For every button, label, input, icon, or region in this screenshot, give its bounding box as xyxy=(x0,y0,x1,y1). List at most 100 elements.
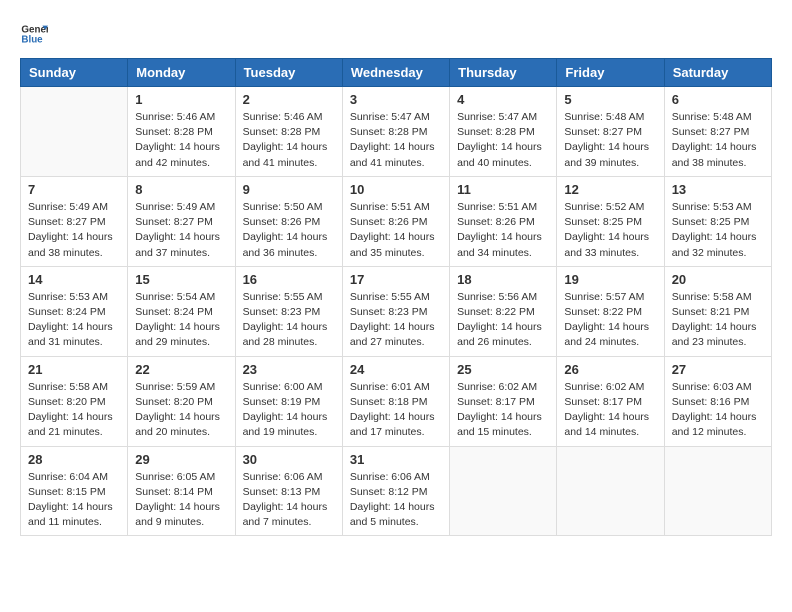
calendar-day-cell: 5 Sunrise: 5:48 AM Sunset: 8:27 PM Daylig… xyxy=(557,87,664,177)
calendar-day-cell: 16 Sunrise: 5:55 AM Sunset: 8:23 PM Dayli… xyxy=(235,266,342,356)
day-number: 8 xyxy=(135,182,227,197)
day-number: 16 xyxy=(243,272,335,287)
day-info: Sunrise: 6:04 AM Sunset: 8:15 PM Dayligh… xyxy=(28,470,120,531)
day-number: 3 xyxy=(350,92,442,107)
calendar-day-cell: 23 Sunrise: 6:00 AM Sunset: 8:19 PM Dayli… xyxy=(235,356,342,446)
day-info: Sunrise: 5:48 AM Sunset: 8:27 PM Dayligh… xyxy=(672,110,764,171)
day-number: 30 xyxy=(243,452,335,467)
day-number: 9 xyxy=(243,182,335,197)
calendar-day-cell xyxy=(557,446,664,536)
calendar-day-cell: 20 Sunrise: 5:58 AM Sunset: 8:21 PM Dayli… xyxy=(664,266,771,356)
day-info: Sunrise: 6:06 AM Sunset: 8:13 PM Dayligh… xyxy=(243,470,335,531)
day-info: Sunrise: 5:55 AM Sunset: 8:23 PM Dayligh… xyxy=(243,290,335,351)
calendar-week-row: 7 Sunrise: 5:49 AM Sunset: 8:27 PM Daylig… xyxy=(21,176,772,266)
day-number: 21 xyxy=(28,362,120,377)
day-info: Sunrise: 5:47 AM Sunset: 8:28 PM Dayligh… xyxy=(350,110,442,171)
day-info: Sunrise: 5:57 AM Sunset: 8:22 PM Dayligh… xyxy=(564,290,656,351)
calendar-header-row: SundayMondayTuesdayWednesdayThursdayFrid… xyxy=(21,59,772,87)
day-info: Sunrise: 5:50 AM Sunset: 8:26 PM Dayligh… xyxy=(243,200,335,261)
weekday-header: Monday xyxy=(128,59,235,87)
weekday-header: Friday xyxy=(557,59,664,87)
calendar-day-cell xyxy=(664,446,771,536)
day-info: Sunrise: 5:51 AM Sunset: 8:26 PM Dayligh… xyxy=(457,200,549,261)
day-number: 20 xyxy=(672,272,764,287)
logo: General Blue xyxy=(20,20,48,48)
day-number: 22 xyxy=(135,362,227,377)
day-number: 15 xyxy=(135,272,227,287)
day-info: Sunrise: 5:51 AM Sunset: 8:26 PM Dayligh… xyxy=(350,200,442,261)
weekday-header: Thursday xyxy=(450,59,557,87)
day-info: Sunrise: 6:06 AM Sunset: 8:12 PM Dayligh… xyxy=(350,470,442,531)
calendar-day-cell: 25 Sunrise: 6:02 AM Sunset: 8:17 PM Dayli… xyxy=(450,356,557,446)
day-number: 11 xyxy=(457,182,549,197)
calendar-day-cell: 11 Sunrise: 5:51 AM Sunset: 8:26 PM Dayli… xyxy=(450,176,557,266)
day-number: 25 xyxy=(457,362,549,377)
day-number: 29 xyxy=(135,452,227,467)
day-number: 12 xyxy=(564,182,656,197)
day-number: 19 xyxy=(564,272,656,287)
day-number: 18 xyxy=(457,272,549,287)
weekday-header: Wednesday xyxy=(342,59,449,87)
calendar-day-cell: 7 Sunrise: 5:49 AM Sunset: 8:27 PM Daylig… xyxy=(21,176,128,266)
day-info: Sunrise: 6:00 AM Sunset: 8:19 PM Dayligh… xyxy=(243,380,335,441)
day-number: 28 xyxy=(28,452,120,467)
weekday-header: Saturday xyxy=(664,59,771,87)
weekday-header: Tuesday xyxy=(235,59,342,87)
day-info: Sunrise: 5:56 AM Sunset: 8:22 PM Dayligh… xyxy=(457,290,549,351)
day-info: Sunrise: 5:46 AM Sunset: 8:28 PM Dayligh… xyxy=(135,110,227,171)
calendar-day-cell: 14Sunrise: 5:53 AM Sunset: 8:24 PM Dayli… xyxy=(21,266,128,356)
day-number: 13 xyxy=(672,182,764,197)
calendar-week-row: 14Sunrise: 5:53 AM Sunset: 8:24 PM Dayli… xyxy=(21,266,772,356)
calendar-day-cell: 1Sunrise: 5:46 AM Sunset: 8:28 PM Daylig… xyxy=(128,87,235,177)
calendar-day-cell: 31 Sunrise: 6:06 AM Sunset: 8:12 PM Dayli… xyxy=(342,446,449,536)
calendar: SundayMondayTuesdayWednesdayThursdayFrid… xyxy=(20,58,772,536)
day-info: Sunrise: 5:54 AM Sunset: 8:24 PM Dayligh… xyxy=(135,290,227,351)
day-info: Sunrise: 5:49 AM Sunset: 8:27 PM Dayligh… xyxy=(135,200,227,261)
day-info: Sunrise: 5:59 AM Sunset: 8:20 PM Dayligh… xyxy=(135,380,227,441)
day-info: Sunrise: 6:02 AM Sunset: 8:17 PM Dayligh… xyxy=(564,380,656,441)
day-number: 27 xyxy=(672,362,764,377)
day-info: Sunrise: 6:02 AM Sunset: 8:17 PM Dayligh… xyxy=(457,380,549,441)
day-number: 17 xyxy=(350,272,442,287)
day-info: Sunrise: 6:01 AM Sunset: 8:18 PM Dayligh… xyxy=(350,380,442,441)
calendar-day-cell: 10 Sunrise: 5:51 AM Sunset: 8:26 PM Dayli… xyxy=(342,176,449,266)
calendar-day-cell: 17 Sunrise: 5:55 AM Sunset: 8:23 PM Dayli… xyxy=(342,266,449,356)
calendar-day-cell: 6 Sunrise: 5:48 AM Sunset: 8:27 PM Daylig… xyxy=(664,87,771,177)
calendar-day-cell: 21 Sunrise: 5:58 AM Sunset: 8:20 PM Dayli… xyxy=(21,356,128,446)
calendar-day-cell xyxy=(450,446,557,536)
calendar-day-cell: 3 Sunrise: 5:47 AM Sunset: 8:28 PM Daylig… xyxy=(342,87,449,177)
calendar-day-cell: 12 Sunrise: 5:52 AM Sunset: 8:25 PM Dayli… xyxy=(557,176,664,266)
day-info: Sunrise: 5:58 AM Sunset: 8:21 PM Dayligh… xyxy=(672,290,764,351)
calendar-day-cell: 29 Sunrise: 6:05 AM Sunset: 8:14 PM Dayli… xyxy=(128,446,235,536)
day-number: 5 xyxy=(564,92,656,107)
calendar-day-cell: 18 Sunrise: 5:56 AM Sunset: 8:22 PM Dayli… xyxy=(450,266,557,356)
day-number: 6 xyxy=(672,92,764,107)
calendar-day-cell: 13 Sunrise: 5:53 AM Sunset: 8:25 PM Dayli… xyxy=(664,176,771,266)
calendar-day-cell: 2Sunrise: 5:46 AM Sunset: 8:28 PM Daylig… xyxy=(235,87,342,177)
weekday-header: Sunday xyxy=(21,59,128,87)
svg-text:Blue: Blue xyxy=(21,34,43,45)
calendar-day-cell: 15 Sunrise: 5:54 AM Sunset: 8:24 PM Dayli… xyxy=(128,266,235,356)
day-info: Sunrise: 5:55 AM Sunset: 8:23 PM Dayligh… xyxy=(350,290,442,351)
day-number: 10 xyxy=(350,182,442,197)
calendar-day-cell: 4Sunrise: 5:47 AM Sunset: 8:28 PM Daylig… xyxy=(450,87,557,177)
day-info: Sunrise: 5:53 AM Sunset: 8:25 PM Dayligh… xyxy=(672,200,764,261)
day-number: 23 xyxy=(243,362,335,377)
day-number: 31 xyxy=(350,452,442,467)
day-number: 7 xyxy=(28,182,120,197)
day-info: Sunrise: 6:05 AM Sunset: 8:14 PM Dayligh… xyxy=(135,470,227,531)
day-number: 4 xyxy=(457,92,549,107)
day-info: Sunrise: 5:48 AM Sunset: 8:27 PM Dayligh… xyxy=(564,110,656,171)
calendar-day-cell: 27Sunrise: 6:03 AM Sunset: 8:16 PM Dayli… xyxy=(664,356,771,446)
calendar-day-cell xyxy=(21,87,128,177)
day-info: Sunrise: 5:46 AM Sunset: 8:28 PM Dayligh… xyxy=(243,110,335,171)
day-number: 24 xyxy=(350,362,442,377)
day-info: Sunrise: 5:52 AM Sunset: 8:25 PM Dayligh… xyxy=(564,200,656,261)
calendar-day-cell: 9 Sunrise: 5:50 AM Sunset: 8:26 PM Daylig… xyxy=(235,176,342,266)
calendar-week-row: 21 Sunrise: 5:58 AM Sunset: 8:20 PM Dayli… xyxy=(21,356,772,446)
day-info: Sunrise: 5:49 AM Sunset: 8:27 PM Dayligh… xyxy=(28,200,120,261)
day-info: Sunrise: 5:58 AM Sunset: 8:20 PM Dayligh… xyxy=(28,380,120,441)
day-number: 14 xyxy=(28,272,120,287)
day-number: 26 xyxy=(564,362,656,377)
calendar-week-row: 1Sunrise: 5:46 AM Sunset: 8:28 PM Daylig… xyxy=(21,87,772,177)
